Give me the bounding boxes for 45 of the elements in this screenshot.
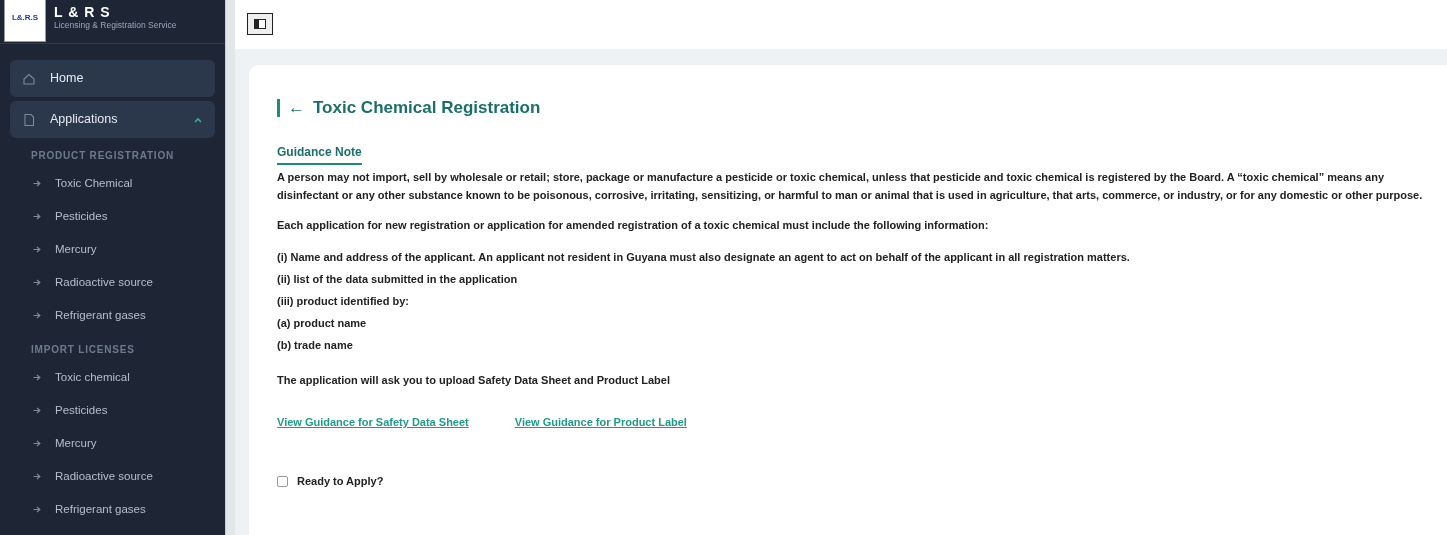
sidebar-panel-icon [254, 19, 266, 29]
guidance-heading: Guidance Note [277, 143, 362, 166]
arrow-icon [33, 440, 41, 447]
house-icon [22, 71, 36, 86]
arrow-icon [33, 473, 41, 480]
sidebar-link[interactable]: Refrigerant gases [0, 493, 225, 526]
sidebar-link[interactable]: Radioactive source [0, 460, 225, 493]
paragraph: A person may not import, sell by wholesale or retail; store, package or manufacture a pesticide or toxic chemical, unless that pesticide and toxic chemical is registered by the Board. A “toxic chemical” means any disinfectant or any other substance known to be poisonous, corrosive, irritating, sensitizing, or harmful to man or animal that is used in agriculture, that arts, commerce, or industry, or for any domestic or other purpose. [277, 170, 1424, 203]
sidebar-link[interactable]: Mercury [0, 427, 225, 460]
arrow-icon [33, 312, 41, 319]
upload-note: The application will ask you to upload Safety Data Sheet and Product Label [277, 373, 671, 389]
sidebar-toggle-button[interactable] [247, 13, 273, 35]
arrow-icon [33, 246, 41, 253]
brand-title: L & R S [54, 4, 112, 21]
nav-item[interactable]: Applications [10, 101, 215, 138]
requirement-item: (ii) list of the data submitted in the application [277, 272, 519, 288]
arrow-icon [33, 374, 41, 381]
sidebar-link[interactable]: Pesticides [0, 394, 225, 427]
arrow-icon [33, 279, 41, 286]
arrow-icon [33, 407, 41, 414]
document-icon [22, 112, 36, 127]
page-title: Toxic Chemical Registration [313, 98, 541, 118]
paragraph: Each application for new registration or application for amended registration of a toxic chemical must include the following information: [277, 217, 990, 233]
sidebar-link[interactable]: Toxic Chemical [0, 167, 225, 200]
arrow-icon [33, 180, 41, 187]
nav-item[interactable]: Home [10, 60, 215, 97]
sidebar-link[interactable]: Mercury [0, 233, 225, 266]
brand-subtitle: Licensing & Registration Service [54, 20, 177, 31]
logo: L&.R.S [4, 0, 46, 42]
guidance-link[interactable]: View Guidance for Product Label [514, 413, 687, 431]
guidance-link[interactable]: View Guidance for Safety Data Sheet [277, 413, 469, 431]
requirement-item: (i) Name and address of the applicant. An applicant not resident in Guyana must also designate an agent to act on behalf of the applicant in all registration matters. [277, 250, 1131, 266]
back-link[interactable]: ← [288, 98, 305, 118]
requirement-item: (a) product name [277, 316, 368, 332]
sidebar-link[interactable]: Toxic chemical [0, 361, 225, 394]
requirement-item: (iii) product identified by: [277, 294, 410, 310]
arrow-icon [33, 213, 41, 220]
sidebar-link[interactable]: Pesticides [0, 200, 225, 233]
section-heading: IMPORT LICENSES [30, 343, 136, 357]
arrow-icon [33, 506, 41, 513]
requirement-item: (b) trade name [277, 338, 354, 354]
sidebar-link[interactable]: Refrigerant gases [0, 299, 225, 332]
sidebar-link[interactable]: Radioactive source [0, 266, 225, 299]
section-heading: PRODUCT REGISTRATION [30, 149, 176, 163]
ready-checkbox[interactable]: Ready to Apply? [277, 470, 1433, 493]
